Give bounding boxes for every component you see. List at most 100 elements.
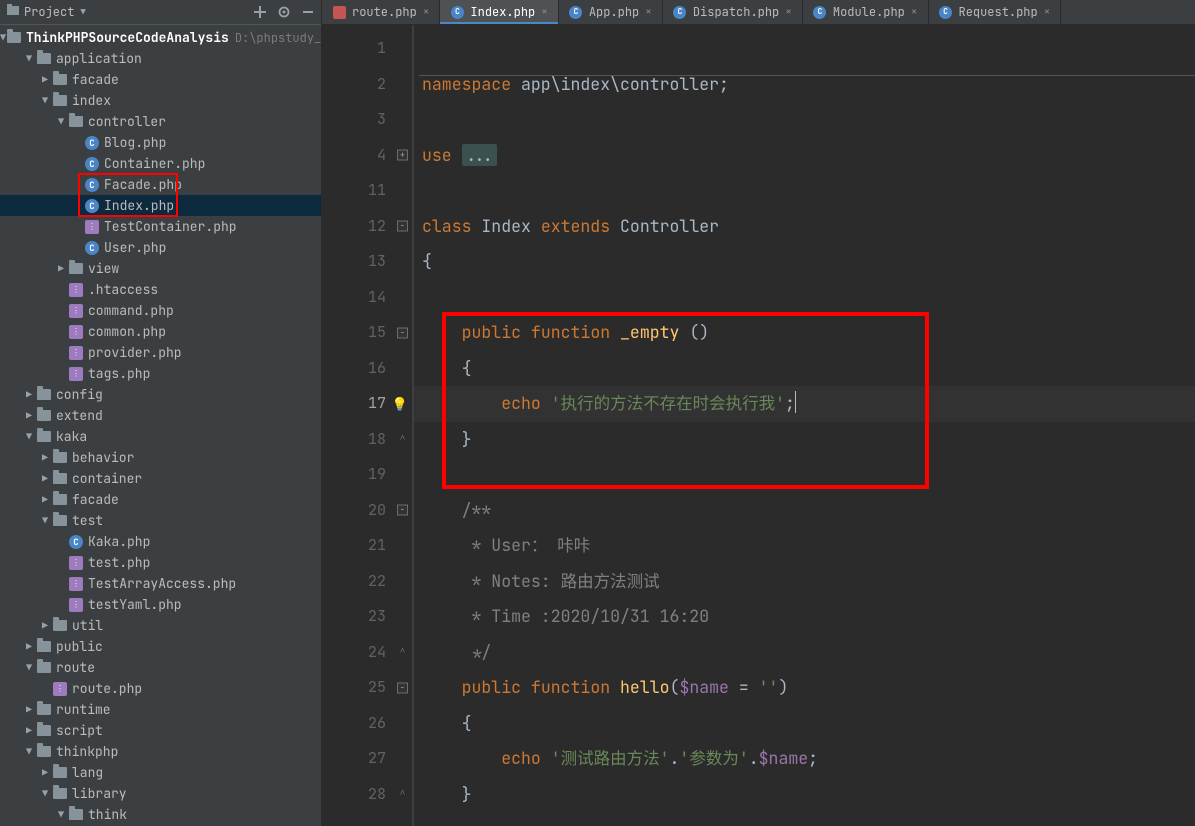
line-number[interactable]: 23 — [322, 599, 412, 635]
bulb-icon[interactable]: 💡 — [392, 386, 408, 422]
line-number[interactable]: 25− — [322, 670, 412, 706]
tree-item-test-php[interactable]: ▶⋮test.php — [0, 552, 321, 573]
tree-item-tags-php[interactable]: ▶⋮tags.php — [0, 363, 321, 384]
tree-item-config[interactable]: ▶config — [0, 384, 321, 405]
line-number[interactable]: 19 — [322, 457, 412, 493]
code-line[interactable] — [414, 280, 1195, 316]
tree-item-think[interactable]: ▼think — [0, 804, 321, 825]
code-line[interactable]: public function _empty () — [414, 315, 1195, 351]
collapse-icon[interactable] — [253, 5, 267, 19]
close-icon[interactable]: × — [785, 5, 792, 19]
code-line[interactable]: } — [414, 422, 1195, 458]
code-line[interactable]: { — [414, 244, 1195, 280]
tab-module-php[interactable]: CModule.php× — [803, 0, 929, 24]
fold-collapse-icon[interactable]: − — [397, 682, 408, 693]
tree-item-index-php[interactable]: ▶CIndex.php — [0, 195, 321, 216]
code-line[interactable]: * User： 咔咔 — [414, 528, 1195, 564]
tree-item-application[interactable]: ▼application — [0, 48, 321, 69]
expand-arrow-icon[interactable]: ▶ — [22, 724, 36, 737]
tab-index-php[interactable]: CIndex.php× — [440, 0, 558, 24]
code-line[interactable] — [414, 31, 1195, 67]
tree-item-lang[interactable]: ▶lang — [0, 762, 321, 783]
expand-arrow-icon[interactable]: ▶ — [22, 388, 36, 401]
tree-item-behavior[interactable]: ▶behavior — [0, 447, 321, 468]
expand-arrow-icon[interactable]: ▶ — [38, 472, 52, 485]
line-number[interactable]: 1 — [322, 31, 412, 67]
tree-item-runtime[interactable]: ▶runtime — [0, 699, 321, 720]
file-tree[interactable]: ▼ThinkPHPSourceCodeAnalysisD:\phpstudy_p… — [0, 25, 321, 826]
tab-request-php[interactable]: CRequest.php× — [929, 0, 1062, 24]
line-number[interactable]: 2 — [322, 67, 412, 103]
code-line[interactable]: echo '执行的方法不存在时会执行我'; — [414, 386, 1195, 422]
code-line[interactable]: namespace app\index\controller; — [414, 67, 1195, 103]
tree-item-script[interactable]: ▶script — [0, 720, 321, 741]
tree-item-library[interactable]: ▼library — [0, 783, 321, 804]
tree-item-facade[interactable]: ▶facade — [0, 489, 321, 510]
line-number[interactable]: 15− — [322, 315, 412, 351]
tree-item-controller[interactable]: ▼controller — [0, 111, 321, 132]
tree-item-testarrayaccess-php[interactable]: ▶⋮TestArrayAccess.php — [0, 573, 321, 594]
tree-item-test[interactable]: ▼test — [0, 510, 321, 531]
close-icon[interactable]: × — [1044, 5, 1051, 19]
code-line[interactable]: */ — [414, 635, 1195, 671]
tree-item-kaka-php[interactable]: ▶CKaka.php — [0, 531, 321, 552]
code-line[interactable]: class Index extends Controller — [414, 209, 1195, 245]
tree-item-route-php[interactable]: ▶⋮route.php — [0, 678, 321, 699]
expand-arrow-icon[interactable]: ▼ — [22, 52, 36, 65]
tree-item-user-php[interactable]: ▶CUser.php — [0, 237, 321, 258]
dropdown-icon[interactable]: ▼ — [80, 6, 85, 18]
close-icon[interactable]: × — [423, 5, 430, 19]
line-number[interactable]: 28˄ — [322, 777, 412, 813]
expand-arrow-icon[interactable]: ▼ — [54, 808, 68, 821]
tree-item-testcontainer-php[interactable]: ▶⋮TestContainer.php — [0, 216, 321, 237]
code-line[interactable]: public function hello($name = '') — [414, 670, 1195, 706]
line-number[interactable]: 14 — [322, 280, 412, 316]
expand-arrow-icon[interactable]: ▼ — [22, 430, 36, 443]
code-line[interactable] — [414, 173, 1195, 209]
tab-dispatch-php[interactable]: CDispatch.php× — [663, 0, 803, 24]
code-line[interactable]: } — [414, 777, 1195, 813]
line-number[interactable]: 22 — [322, 564, 412, 600]
tree-item-provider-php[interactable]: ▶⋮provider.php — [0, 342, 321, 363]
tree-item--htaccess[interactable]: ▶⋮.htaccess — [0, 279, 321, 300]
tree-item-container[interactable]: ▶container — [0, 468, 321, 489]
tree-item-container-php[interactable]: ▶CContainer.php — [0, 153, 321, 174]
expand-arrow-icon[interactable]: ▶ — [22, 703, 36, 716]
tree-item-thinkphp[interactable]: ▼thinkphp — [0, 741, 321, 762]
expand-arrow-icon[interactable]: ▼ — [22, 745, 36, 758]
code-content[interactable]: namespace app\index\controller; use ... cl… — [414, 25, 1195, 826]
code-line[interactable]: use ... — [414, 138, 1195, 174]
line-number[interactable]: 11 — [322, 173, 412, 209]
gear-icon[interactable] — [277, 5, 291, 19]
tree-item-blog-php[interactable]: ▶CBlog.php — [0, 132, 321, 153]
code-line[interactable]: /** — [414, 493, 1195, 529]
expand-arrow-icon[interactable]: ▼ — [38, 94, 52, 107]
tree-item-common-php[interactable]: ▶⋮common.php — [0, 321, 321, 342]
expand-arrow-icon[interactable]: ▶ — [38, 766, 52, 779]
tree-item-view[interactable]: ▶view — [0, 258, 321, 279]
line-number[interactable]: 20− — [322, 493, 412, 529]
line-number[interactable]: 17💡 — [322, 386, 412, 422]
line-number[interactable]: 16 — [322, 351, 412, 387]
line-number[interactable]: 26 — [322, 706, 412, 742]
fold-collapse-icon[interactable]: − — [397, 327, 408, 338]
close-icon[interactable]: × — [541, 5, 548, 19]
tree-item-testyaml-php[interactable]: ▶⋮testYaml.php — [0, 594, 321, 615]
code-line[interactable] — [414, 102, 1195, 138]
tree-item-facade[interactable]: ▶facade — [0, 69, 321, 90]
tab-bar[interactable]: route.php×CIndex.php×CApp.php×CDispatch.… — [322, 0, 1195, 25]
line-number[interactable]: 21 — [322, 528, 412, 564]
code-line[interactable] — [414, 457, 1195, 493]
expand-arrow-icon[interactable]: ▶ — [38, 451, 52, 464]
fold-collapse-icon[interactable]: − — [397, 221, 408, 232]
tree-item-facade-php[interactable]: ▶CFacade.php — [0, 174, 321, 195]
expand-arrow-icon[interactable]: ▶ — [38, 493, 52, 506]
expand-arrow-icon[interactable]: ▶ — [22, 640, 36, 653]
code-line[interactable]: * Notes: 路由方法测试 — [414, 564, 1195, 600]
tree-item-command-php[interactable]: ▶⋮command.php — [0, 300, 321, 321]
minimize-icon[interactable] — [301, 5, 315, 19]
expand-arrow-icon[interactable]: ▼ — [38, 787, 52, 800]
expand-arrow-icon[interactable]: ▶ — [38, 619, 52, 632]
line-number[interactable]: 12− — [322, 209, 412, 245]
tree-item-kaka[interactable]: ▼kaka — [0, 426, 321, 447]
